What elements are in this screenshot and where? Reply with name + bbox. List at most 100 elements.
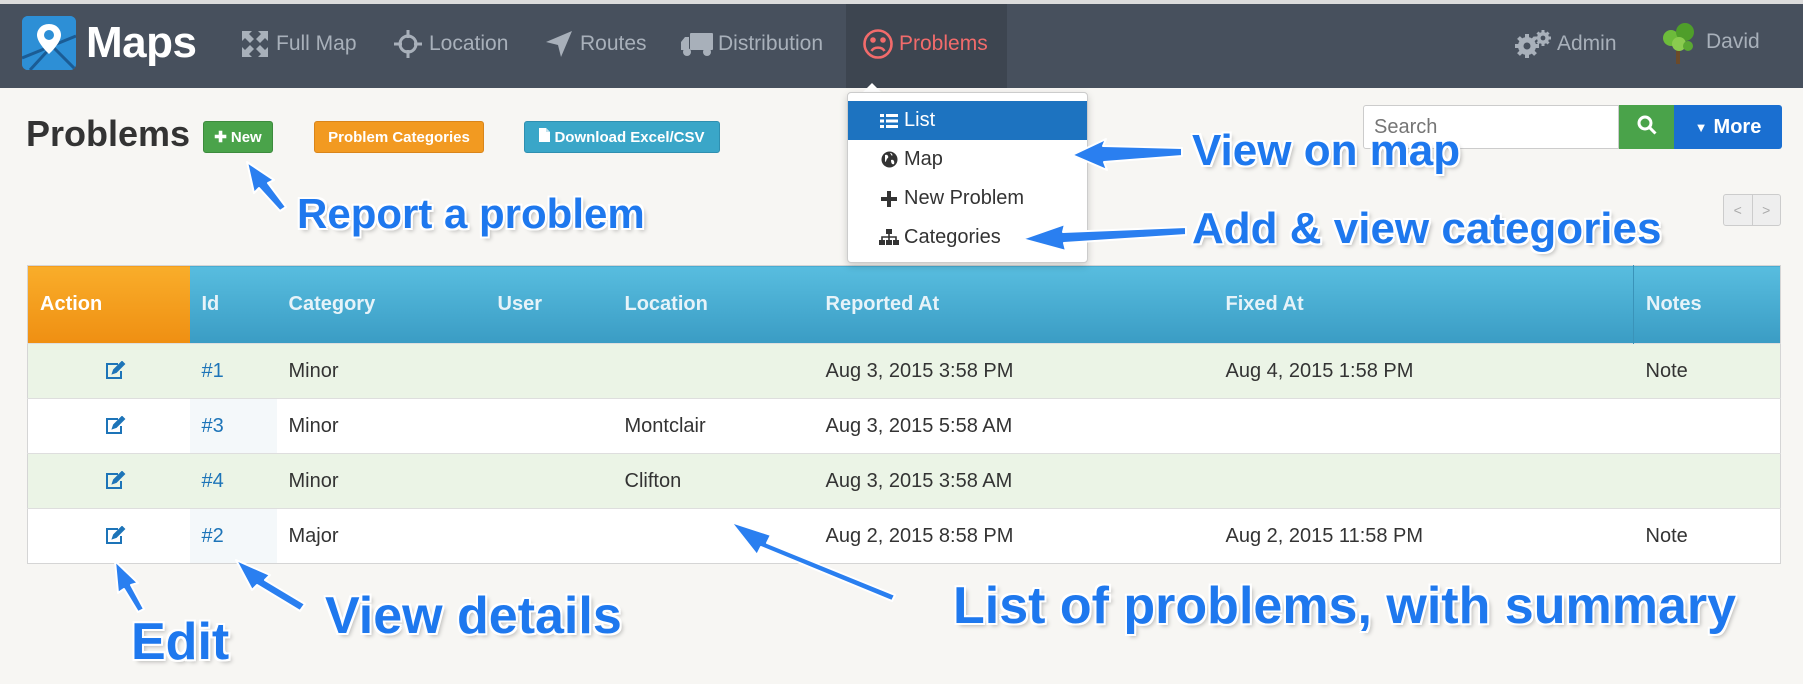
nav-label: Admin [1557,32,1617,55]
more-dropdown-button[interactable]: ▼ More [1674,105,1782,149]
new-problem-button[interactable]: ✚ New [203,121,273,153]
list-icon [878,113,900,129]
menu-item-label: New Problem [904,187,1025,209]
nav-label: Location [429,32,509,55]
location-cell: Clifton [612,453,814,509]
menu-item-label: List [904,109,936,131]
prev-page-button[interactable]: < [1724,195,1752,225]
expand-icon [238,27,272,61]
id-cell: #1 [189,343,277,399]
notes-cell [1633,398,1781,454]
nav-user-david[interactable]: David [1656,18,1760,66]
table-row: #1 Minor Aug 3, 2015 3:58 PM Aug 4, 2015… [27,343,1781,399]
nav-label: Routes [580,32,647,55]
location-cell [612,343,814,399]
table-header-row: Action Id Category User Location Reporte… [27,265,1781,344]
nav-routes[interactable]: Routes [542,20,647,68]
problem-id-link[interactable]: #2 [202,525,224,547]
location-cell [612,508,814,564]
fixed-at-cell: Aug 2, 2015 11:58 PM [1213,508,1634,564]
nav-label: David [1706,30,1760,53]
search-icon [1637,115,1657,140]
column-header-notes[interactable]: Notes [1633,265,1781,344]
problem-id-link[interactable]: #4 [202,470,224,492]
brand[interactable]: Maps [22,16,197,70]
notes-cell [1633,453,1781,509]
action-cell [27,508,190,564]
edit-icon[interactable] [40,416,190,436]
action-cell [27,398,190,454]
nav-problems[interactable]: Problems [861,20,988,68]
location-cell: Montclair [612,398,814,454]
user-cell [485,398,613,454]
nav-full-map[interactable]: Full Map [238,20,357,68]
edit-icon[interactable] [40,471,190,491]
annotation-report-problem: Report a problem [297,190,645,237]
id-cell: #3 [189,398,277,454]
nav-label: Distribution [718,32,824,55]
category-cell: Minor [276,343,486,399]
category-cell: Major [276,508,486,564]
edit-icon[interactable] [40,361,190,381]
category-cell: Minor [276,453,486,509]
column-header-location[interactable]: Location [612,265,814,344]
menu-item-map[interactable]: Map [848,140,1087,179]
next-page-button[interactable]: > [1751,195,1781,225]
brand-name: Maps [86,18,197,67]
column-header-fixed-at[interactable]: Fixed At [1213,265,1634,344]
plus-icon [878,190,900,207]
reported-at-cell: Aug 3, 2015 5:58 AM [813,398,1214,454]
table-row: #2 Major Aug 2, 2015 8:58 PM Aug 2, 2015… [27,508,1781,564]
annotation-list-summary: List of problems, with summary [953,577,1737,635]
annotation-view-on-map: View on map [1192,126,1461,175]
table-row: #3 Minor Montclair Aug 3, 2015 5:58 AM [27,398,1781,454]
reported-at-cell: Aug 3, 2015 3:58 PM [813,343,1214,399]
annotation-categories: Add & view categories [1192,204,1662,253]
reported-at-cell: Aug 3, 2015 3:58 AM [813,453,1214,509]
pager: < > [1723,194,1781,226]
new-button-label: New [230,128,262,146]
user-cell [485,343,613,399]
arrow-edit [114,560,145,613]
dropdown-caret [863,83,881,92]
page-title: Problems [26,113,191,154]
notes-cell: Note [1633,343,1781,399]
column-header-action[interactable]: Action [27,265,190,344]
user-cell [485,453,613,509]
arrow-view-on-map [1071,138,1183,171]
caret-down-icon: ▼ [1694,119,1708,135]
tree-avatar-icon [1656,19,1702,65]
column-header-reported-at[interactable]: Reported At [813,265,1214,344]
problem-id-link[interactable]: #1 [202,360,224,382]
nav-location[interactable]: Location [391,20,508,68]
gears-icon [1513,27,1553,61]
problem-id-link[interactable]: #3 [202,415,224,437]
nav-admin[interactable]: Admin [1513,20,1617,68]
nav-distribution[interactable]: Distribution [680,20,823,68]
download-excel-csv-button[interactable]: Download Excel/CSV [524,121,720,153]
location-arrow-icon [542,27,576,61]
column-header-category[interactable]: Category [276,265,486,344]
map-pin-logo-icon [22,16,76,70]
fixed-at-cell [1213,398,1634,454]
truck-icon [680,27,714,61]
crosshair-icon [391,27,425,61]
search-button[interactable] [1619,105,1674,149]
menu-item-label: Map [904,148,943,170]
plus-icon: ✚ [214,129,227,146]
action-cell [27,343,190,399]
menu-item-new-problem[interactable]: New Problem [848,179,1087,218]
menu-item-categories[interactable]: Categories [848,218,1087,257]
column-header-user[interactable]: User [485,265,613,344]
problem-categories-button[interactable]: Problem Categories [314,121,484,153]
user-cell [485,508,613,564]
edit-icon[interactable] [40,526,190,546]
frown-icon [861,27,895,61]
file-icon [539,128,551,146]
id-cell: #2 [189,508,277,564]
annotation-edit: Edit [131,613,230,671]
action-cell [27,453,190,509]
menu-item-list[interactable]: List [848,101,1087,140]
fixed-at-cell: Aug 4, 2015 1:58 PM [1213,343,1634,399]
column-header-id[interactable]: Id [189,265,277,344]
